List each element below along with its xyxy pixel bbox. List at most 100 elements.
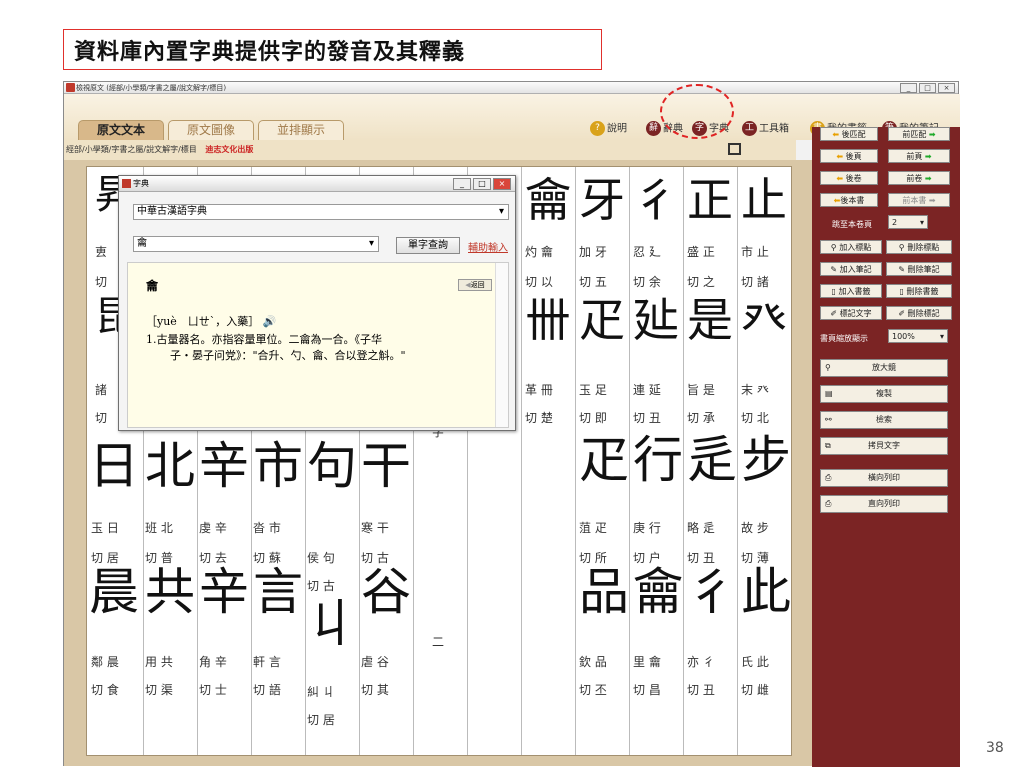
char-annotation: 虔 辛	[199, 521, 227, 535]
lookup-button[interactable]: 單字查詢	[396, 237, 460, 254]
delete-mark-button[interactable]: ⚲ 刪除標點	[886, 240, 952, 254]
help-button[interactable]: ? 說明	[590, 121, 627, 137]
scrollbar[interactable]	[495, 263, 508, 427]
copy-text-button[interactable]: ⧉ 拷貝文字	[820, 437, 948, 455]
tab-side-by-side[interactable]: 並排顯示	[258, 120, 344, 140]
char-annotation: 鄰 晨	[91, 655, 119, 669]
chevron-down-icon: ▾	[368, 238, 374, 249]
char-annotation: 故 步	[741, 521, 769, 535]
char-annotation: 切 即	[579, 411, 607, 425]
char-annotation: 沓 市	[253, 521, 281, 535]
speaker-icon[interactable]: 🔊	[263, 315, 277, 328]
cidian-button[interactable]: 辭辭典	[646, 121, 683, 137]
navigation-panel: ⬅ 後匹配 前匹配 ➡ ⬅ 後頁 前頁 ➡ ⬅ 後卷 前卷 ➡ ⬅後本書 前本書…	[812, 127, 960, 767]
char-annotation: 侯 句	[307, 551, 335, 565]
char-annotation: 玉 日	[91, 521, 119, 535]
dictionary-select[interactable]: 中華古漢語字典 ▾	[133, 204, 509, 220]
char-annotation: 二	[432, 635, 445, 649]
printer-icon: ⎙	[825, 499, 832, 508]
char-annotation: 庚 行	[633, 521, 661, 535]
prev-book-button[interactable]: ⬅後本書	[820, 193, 878, 207]
char-annotation: 切 五	[579, 275, 607, 289]
seal-character: 干	[361, 437, 411, 495]
char-annotation: 切 語	[253, 683, 281, 697]
prev-match-button[interactable]: ⬅ 後匹配	[820, 127, 878, 141]
next-match-button[interactable]: 前匹配 ➡	[888, 127, 950, 141]
copy-button[interactable]: ▤ 複製	[820, 385, 948, 403]
breadcrumb: 經部/小學類/字書之屬/說文解字/標目	[66, 145, 197, 154]
zoom-select[interactable]: 100% ▾	[888, 329, 948, 343]
window-title: 檢視原文 (經部/小學類/字書之屬/說文解字/標目)	[76, 84, 227, 92]
delete-note-button[interactable]: ✎ 刪除筆記	[886, 262, 952, 276]
search-button[interactable]: ⚯ 檢索	[820, 411, 948, 429]
chevron-down-icon: ▾	[939, 332, 944, 341]
close-icon[interactable]: ×	[493, 178, 511, 190]
zidian-button[interactable]: 字字典	[692, 121, 729, 137]
dialog-titlebar: 字典 _ □ ×	[119, 176, 515, 192]
copy-icon: ▤	[825, 389, 833, 398]
add-bookmark-button[interactable]: ▯ 加入書籤	[820, 284, 882, 298]
tab-original-image[interactable]: 原文圖像	[168, 120, 254, 140]
jump-select[interactable]: 2 ▾	[888, 215, 928, 229]
seal-character: 龠	[525, 173, 571, 227]
char-annotation: 班 北	[145, 521, 173, 535]
seal-character: 北	[145, 437, 195, 495]
definition-line: 1.古量器名。亦指容量單位。二龠為一合。《子华	[146, 333, 382, 346]
minimize-icon[interactable]: _	[900, 83, 917, 93]
close-icon[interactable]: ×	[938, 83, 955, 93]
char-annotation: 亦 彳	[687, 655, 715, 669]
tab-original-text[interactable]: 原文文本	[78, 120, 164, 140]
lookup-input[interactable]: 龠 ▾	[133, 236, 379, 252]
minimize-icon[interactable]: _	[453, 178, 471, 190]
mark-text-button[interactable]: ✐ 標記文字	[820, 306, 882, 320]
slide-title: 資料庫內置字典提供字的發音及其釋義	[63, 29, 602, 70]
zidian-icon: 字	[692, 121, 707, 136]
char-annotation: 玉 足	[579, 383, 607, 397]
seal-character: 龠	[633, 563, 683, 621]
print-landscape-button[interactable]: ⎙ 橫向列印	[820, 469, 948, 487]
maximize-icon[interactable]: □	[919, 83, 936, 93]
char-annotation: 灼 龠	[525, 245, 553, 259]
next-volume-button[interactable]: 前卷 ➡	[888, 171, 950, 185]
char-annotation: 里 龠	[633, 655, 661, 669]
seal-character: 市	[253, 437, 303, 495]
maximize-icon[interactable]: □	[473, 178, 491, 190]
window-toggle-icon[interactable]	[728, 143, 741, 155]
tools-icon: 工	[742, 121, 757, 136]
breadcrumb-bar: 經部/小學類/字書之屬/說文解字/標目 迪志文化出版	[64, 140, 796, 160]
char-annotation: 糾 丩	[307, 685, 335, 699]
seal-character: 辛	[199, 563, 249, 621]
prev-page-button[interactable]: ⬅ 後頁	[820, 149, 878, 163]
seal-character: 晨	[89, 563, 139, 621]
zoom-label: 書頁縮放顯示	[820, 334, 868, 343]
back-button[interactable]: ◀返回	[458, 279, 492, 291]
char-annotation: 氏 此	[741, 655, 769, 669]
seal-character: 疋	[579, 431, 629, 489]
binoculars-icon: ⚯	[825, 415, 832, 424]
char-annotation: 切 食	[91, 683, 119, 697]
char-annotation: 加 牙	[579, 245, 607, 259]
char-annotation: 諸	[95, 383, 108, 397]
delete-bookmark-button[interactable]: ▯ 刪除書籤	[886, 284, 952, 298]
add-note-button[interactable]: ✎ 加入筆記	[820, 262, 882, 276]
seal-character: 共	[145, 563, 195, 621]
add-mark-button[interactable]: ⚲ 加入標點	[820, 240, 882, 254]
char-annotation: 虐 谷	[361, 655, 389, 669]
next-page-button[interactable]: 前頁 ➡	[888, 149, 950, 163]
print-portrait-button[interactable]: ⎙ 直向列印	[820, 495, 948, 513]
seal-character: 言	[253, 563, 303, 621]
char-annotation: 切 余	[633, 275, 661, 289]
magnifier-button[interactable]: ⚲ 放大鏡	[820, 359, 948, 377]
definition-area: 龠 ◀返回 ［yuè ㄩㄝˋ，入藥］ 🔊 1.古量器名。亦指容量單位。二龠為一合…	[127, 262, 509, 428]
seal-character: 行	[633, 431, 683, 489]
next-book-button[interactable]: 前本書 ➡	[888, 193, 950, 207]
tools-button[interactable]: 工工具箱	[742, 121, 789, 137]
prev-volume-button[interactable]: ⬅ 後卷	[820, 171, 878, 185]
seal-character: 㢟	[633, 293, 679, 347]
char-annotation: 忍 廴	[633, 245, 661, 259]
seal-character: 谷	[361, 563, 411, 621]
delete-mark-text-button[interactable]: ✐ 刪除標記	[886, 306, 952, 320]
seal-character: 品	[579, 563, 629, 621]
char-annotation: 軒 言	[253, 655, 281, 669]
assist-input-link[interactable]: 輔助輸入	[468, 239, 508, 254]
